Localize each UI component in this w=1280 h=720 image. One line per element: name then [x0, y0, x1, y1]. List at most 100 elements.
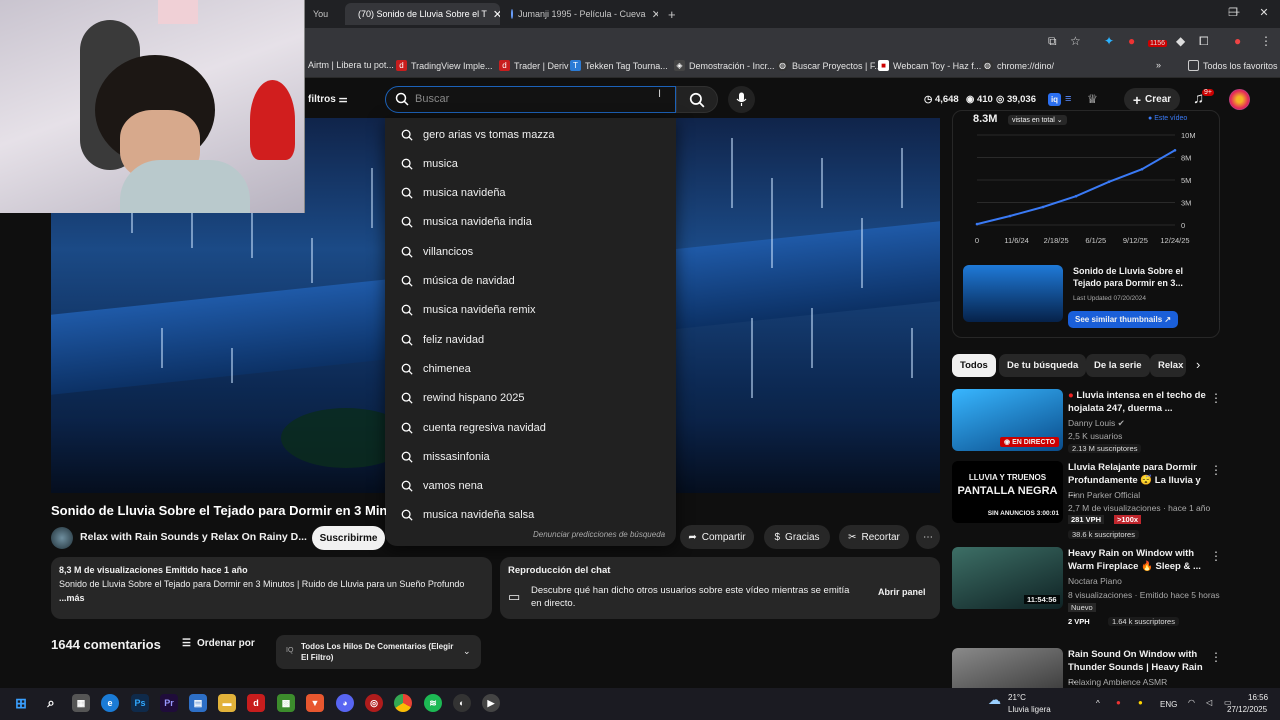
similar-thumbnails-button[interactable]: See similar thumbnails ↗ — [1068, 311, 1179, 328]
comment-filter-select[interactable]: IQ Todos Los Hilos De Comentarios (Elegi… — [276, 635, 481, 669]
more-menu-icon[interactable]: ⋮ — [1260, 34, 1272, 48]
chip-todos[interactable]: Todos — [952, 354, 996, 377]
restore-icon[interactable]: ❐ — [1221, 6, 1245, 19]
open-panel-button[interactable]: Abrir panel — [878, 587, 926, 597]
search-icon[interactable]: ⌕ — [42, 694, 60, 712]
avatar[interactable] — [1229, 89, 1250, 110]
search-input[interactable] — [415, 90, 655, 108]
volume-icon[interactable]: ◁ — [1206, 698, 1212, 707]
share-button[interactable]: ➦ Compartir — [680, 525, 754, 549]
recommendation-item[interactable]: ◉ EN DIRECTO ● Lluvia intensa en el tech… — [952, 389, 1232, 453]
search-suggestion[interactable]: feliz navidad — [385, 325, 676, 354]
obs-icon[interactable]: ◐ — [453, 694, 471, 712]
search-suggestion[interactable]: musica navideña salsa — [385, 501, 676, 530]
deriv-icon[interactable]: d — [247, 694, 265, 712]
extension-icon[interactable]: ◆ — [1176, 34, 1185, 48]
tab-rain-video[interactable]: (70) Sonido de Lluvia Sobre el T ✕ — [345, 3, 500, 25]
filters-button[interactable]: filtros ⚌ — [308, 94, 348, 105]
description-box[interactable]: 8,3 M de visualizaciones Emitido hace 1 … — [51, 557, 492, 619]
subscribe-button[interactable]: Suscribirme — [312, 526, 385, 550]
extension-badge[interactable]: 1156 — [1148, 40, 1168, 47]
chevron-right-icon[interactable]: › — [1196, 357, 1200, 372]
bookmark-buscar-proyectos[interactable]: ◍ Buscar Proyectos | F... — [777, 60, 882, 71]
mic-tray-icon[interactable]: ● — [1138, 698, 1143, 707]
more-actions-button[interactable]: ⋯ — [916, 525, 940, 549]
views-select[interactable]: vistas en total ⌄ — [1008, 115, 1067, 125]
search-suggestion[interactable]: musica navideña — [385, 179, 676, 208]
edge-icon[interactable]: e — [101, 694, 119, 712]
thanks-button[interactable]: $ Gracias — [764, 525, 830, 549]
profile-avatar[interactable]: ● — [1234, 34, 1241, 48]
bookmark-tekken[interactable]: T Tekken Tag Tourna... — [570, 60, 668, 71]
chevron-up-icon[interactable]: ^ — [1096, 699, 1100, 708]
search-suggestion[interactable]: musica navideña india — [385, 208, 676, 237]
extension-icon[interactable]: ✦ — [1104, 34, 1114, 48]
close-tab-icon[interactable]: ✕ — [646, 8, 658, 21]
recommendation-thumbnail[interactable] — [952, 648, 1063, 688]
all-bookmarks[interactable]: Todos los favoritos — [1188, 60, 1278, 71]
tab-youtube-1[interactable]: You — [305, 3, 345, 25]
windows-start-icon[interactable]: ⊞ — [12, 694, 30, 712]
report-predictions-link[interactable]: Denunciar predicciones de búsqueda — [533, 530, 665, 539]
close-window-icon[interactable]: ✕ — [1252, 6, 1276, 19]
recommendation-item[interactable]: Rain Sound On Window with Thunder Sounds… — [952, 648, 1232, 688]
bookmark-deriv[interactable]: d Trader | Deriv — [499, 60, 569, 71]
language-indicator[interactable]: ENG — [1160, 700, 1177, 709]
install-icon[interactable]: ⧉ — [1048, 34, 1057, 49]
clock-time[interactable]: 16:56 — [1248, 693, 1268, 702]
clip-button[interactable]: ✂ Recortar — [839, 525, 909, 549]
search-suggestion[interactable]: chimenea — [385, 354, 676, 383]
recommendation-thumbnail[interactable]: ◉ EN DIRECTO — [952, 389, 1063, 451]
extension-icon[interactable]: ● — [1128, 34, 1135, 48]
search-suggestion[interactable]: rewind hispano 2025 — [385, 384, 676, 413]
tray-app-icon[interactable]: ● — [1116, 698, 1121, 707]
tab-jumanji[interactable]: Jumanji 1995 - Película - Cueva ✕ — [503, 3, 658, 25]
puzzle-icon[interactable]: ⧠ — [1199, 34, 1209, 49]
chrome-icon[interactable] — [394, 694, 412, 712]
video-thumbnail[interactable] — [963, 265, 1063, 322]
more-link[interactable]: ...más — [59, 593, 484, 603]
search-suggestion[interactable]: cuenta regresiva navidad — [385, 413, 676, 442]
chip-de-la-serie[interactable]: De la serie — [1086, 354, 1150, 377]
more-vertical-icon[interactable]: ⋮ — [1210, 391, 1222, 405]
bookmark-dino[interactable]: ◍ chrome://dino/ — [982, 60, 1054, 71]
vidiq-icon[interactable]: iq — [1048, 93, 1061, 106]
minecraft-icon[interactable]: ▩ — [277, 694, 295, 712]
search-suggestion[interactable]: gero arias vs tomas mazza — [385, 120, 676, 149]
bookmark-demostracion[interactable]: ◈ Demostración - Incr... — [674, 60, 775, 71]
bookmark-webcam-toy[interactable]: ■ Webcam Toy - Haz f... — [878, 60, 981, 71]
task-view-icon[interactable]: ▦ — [72, 694, 90, 712]
channel-name[interactable]: Relax with Rain Sounds y Relax On Rainy … — [80, 531, 307, 543]
brave-icon[interactable]: ▼ — [306, 694, 324, 712]
clock-date[interactable]: 27/12/2025 — [1227, 705, 1267, 714]
store-icon[interactable]: ▤ — [189, 694, 207, 712]
photoshop-icon[interactable]: Ps — [131, 694, 149, 712]
weather-temp[interactable]: 21°C — [1008, 693, 1026, 702]
list-icon[interactable]: ≡ — [1065, 93, 1071, 105]
weather-text[interactable]: Lluvia ligera — [1008, 705, 1051, 714]
search-suggestion[interactable]: missasinfonia — [385, 442, 676, 471]
recommendation-thumbnail[interactable]: LLUVIA Y TRUENOS PANTALLA NEGRA SIN ANUN… — [952, 461, 1063, 523]
search-suggestion[interactable]: musica — [385, 149, 676, 178]
premiere-icon[interactable]: Pr — [160, 694, 178, 712]
folder-icon[interactable]: ▬ — [218, 694, 236, 712]
spotify-icon[interactable]: ≋ — [424, 694, 442, 712]
channel-avatar[interactable] — [51, 527, 73, 549]
sort-button[interactable]: ☰ Ordenar por — [182, 638, 255, 649]
chip-de-tu-busqueda[interactable]: De tu búsqueda — [999, 354, 1087, 377]
create-button[interactable]: + Crear — [1124, 88, 1180, 111]
bookmark-tradingview[interactable]: d TradingView Imple... — [396, 60, 493, 71]
new-tab-button[interactable]: + — [660, 3, 680, 25]
bookmark-airtm[interactable]: Airtm | Libera tu pot... — [308, 60, 394, 70]
chevron-right-icon[interactable]: » — [1156, 60, 1161, 70]
wifi-icon[interactable]: ◠ — [1188, 698, 1195, 707]
search-suggestion[interactable]: vamos nena — [385, 472, 676, 501]
close-tab-icon[interactable]: ✕ — [487, 8, 500, 21]
search-suggestion[interactable]: música de navidad — [385, 267, 676, 296]
recommendation-item[interactable]: LLUVIA Y TRUENOS PANTALLA NEGRA SIN ANUN… — [952, 461, 1232, 539]
recommendation-thumbnail[interactable]: 11:54:56 — [952, 547, 1063, 609]
more-vertical-icon[interactable]: ⋮ — [1210, 463, 1222, 477]
trophy-icon[interactable]: ♕ — [1087, 92, 1098, 106]
chip-relax[interactable]: Relax — [1150, 354, 1186, 377]
search-suggestion[interactable]: villancicos — [385, 237, 676, 266]
